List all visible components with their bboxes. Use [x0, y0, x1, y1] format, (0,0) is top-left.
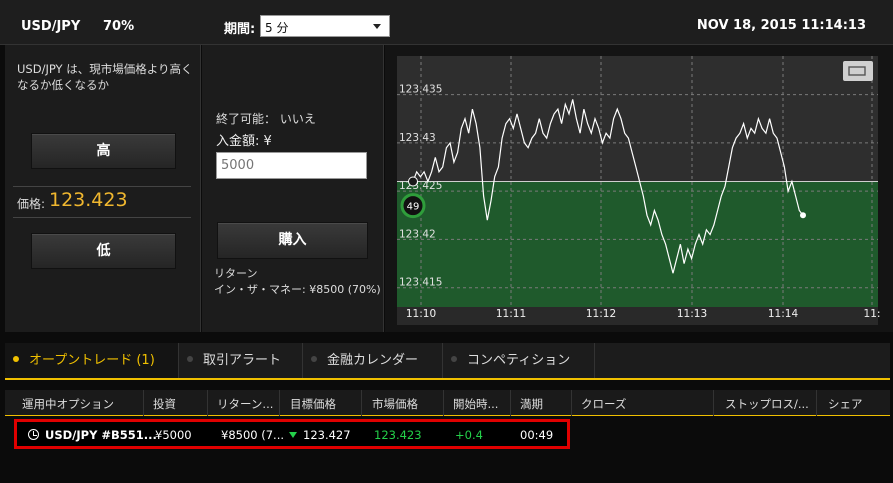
countdown-badge-text: 49 — [407, 202, 420, 213]
column-divider — [571, 390, 572, 416]
y-tick-label: 123.43 — [399, 132, 436, 144]
low-button[interactable]: 低 — [31, 233, 176, 269]
row-change: +0.4 — [455, 428, 483, 442]
payout-percent: 70% — [103, 19, 135, 34]
price-chart-svg: 123.435123.43123.425123.42123.41511:10 11… — [397, 56, 881, 325]
tab-label: オープントレード (1) — [29, 353, 155, 368]
column-divider — [361, 390, 362, 416]
clock-icon — [28, 429, 39, 440]
price-label: 価格: — [17, 197, 46, 211]
top-bar: USD/JPY 70% 期間: 5 分 NOV 18, 2015 11:14:1… — [0, 0, 893, 45]
bottom-tabs: オープントレード (1) 取引アラート 金融カレンダー コンペティション — [5, 343, 890, 380]
tab-label: コンペティション — [467, 353, 571, 368]
col-header-stoploss[interactable]: ストップロス/... — [725, 396, 809, 412]
column-divider — [207, 390, 208, 416]
x-tick-label: 11:12 — [586, 308, 616, 320]
currency-pair: USD/JPY — [21, 19, 81, 34]
row-target-text: 123.427 — [303, 428, 351, 442]
x-axis-strip — [397, 307, 878, 325]
col-header-start[interactable]: 開始時... — [453, 396, 498, 412]
col-header-return[interactable]: リターン... — [217, 396, 273, 412]
x-tick-label: 11:13 — [677, 308, 707, 320]
trades-table-header: 運用中オプション 投資 リターン... 目標価格 市場価格 開始時... 満期 … — [5, 390, 890, 416]
period-label: 期間: — [224, 22, 256, 37]
x-tick-label: 11:14 — [768, 308, 799, 320]
table-row[interactable]: USD/JPY #B551... ¥5000 ¥8500 (7... 123.4… — [14, 419, 570, 449]
col-header-invest[interactable]: 投資 — [153, 396, 176, 412]
amount-input[interactable] — [216, 152, 367, 179]
row-option-text: USD/JPY #B551... — [45, 428, 157, 442]
prediction-description: USD/JPY は、現市場価格より高くなるか低くなるか — [17, 62, 193, 92]
col-header-target[interactable]: 目標価格 — [290, 396, 336, 412]
row-invest: ¥5000 — [155, 428, 192, 442]
col-header-close[interactable]: クローズ — [581, 396, 626, 412]
column-divider — [279, 390, 280, 416]
current-price-marker — [800, 212, 806, 219]
column-divider — [510, 390, 511, 416]
tab-label: 金融カレンダー — [327, 353, 419, 368]
column-divider — [816, 390, 817, 416]
y-tick-label: 123.42 — [399, 228, 436, 240]
row-expiry: 00:49 — [520, 428, 554, 442]
divider — [13, 217, 191, 218]
caret-down-icon — [373, 24, 381, 29]
price-chart: 123.435 123.43 123.425 123.42 123.415 11:10 11… — [385, 45, 893, 332]
tab-trade-alerts[interactable]: 取引アラート — [179, 343, 303, 378]
x-tick-label: 11:10 — [406, 308, 436, 320]
entry-marker — [408, 176, 418, 187]
tab-dot-icon — [311, 356, 317, 362]
col-header-market[interactable]: 市場価格 — [372, 396, 418, 412]
divider — [13, 186, 191, 187]
col-header-share[interactable]: シェア — [828, 396, 863, 412]
buy-button[interactable]: 購入 — [217, 222, 368, 259]
close-possible-label: 終了可能： いいえ — [216, 112, 316, 126]
row-market: 123.423 — [374, 428, 422, 442]
direction-panel: USD/JPY は、現市場価格より高くなるか低くなるか 高 価格: 123.42… — [5, 45, 201, 332]
column-divider — [443, 390, 444, 416]
period-select-value: 5 分 — [265, 21, 289, 35]
x-tick-label: 11: — [864, 308, 881, 320]
tab-competition[interactable]: コンペティション — [443, 343, 595, 378]
arrow-down-icon — [289, 432, 297, 438]
tab-label: 取引アラート — [203, 353, 282, 368]
tab-dot-icon — [13, 356, 19, 362]
tab-financial-calendar[interactable]: 金融カレンダー — [303, 343, 443, 378]
current-datetime: NOV 18, 2015 11:14:13 — [696, 18, 866, 33]
tab-dot-icon — [187, 356, 193, 362]
col-header-option[interactable]: 運用中オプション — [22, 396, 114, 412]
row-target: 123.427 — [289, 428, 351, 442]
column-divider — [143, 390, 144, 416]
row-return: ¥8500 (7... — [221, 428, 285, 442]
col-header-expiry[interactable]: 満期 — [520, 396, 543, 412]
in-the-money-label: イン・ザ・マネー: ¥8500 (70%) — [214, 283, 381, 296]
row-option: USD/JPY #B551... — [28, 428, 157, 442]
deposit-label: 入金額: ¥ — [216, 134, 272, 149]
expand-chart-icon — [843, 61, 873, 81]
return-label: リターン — [214, 267, 258, 280]
current-price: 123.423 — [49, 189, 128, 211]
order-panel: 終了可能： いいえ 入金額: ¥ 購入 リターン イン・ザ・マネー: ¥8500… — [202, 45, 384, 332]
tab-dot-icon — [451, 356, 457, 362]
high-button[interactable]: 高 — [31, 133, 176, 169]
x-tick-label: 11:11 — [496, 308, 526, 320]
period-select[interactable]: 5 分 — [260, 15, 390, 37]
column-divider — [713, 390, 714, 416]
tab-open-trades[interactable]: オープントレード (1) — [5, 343, 179, 378]
